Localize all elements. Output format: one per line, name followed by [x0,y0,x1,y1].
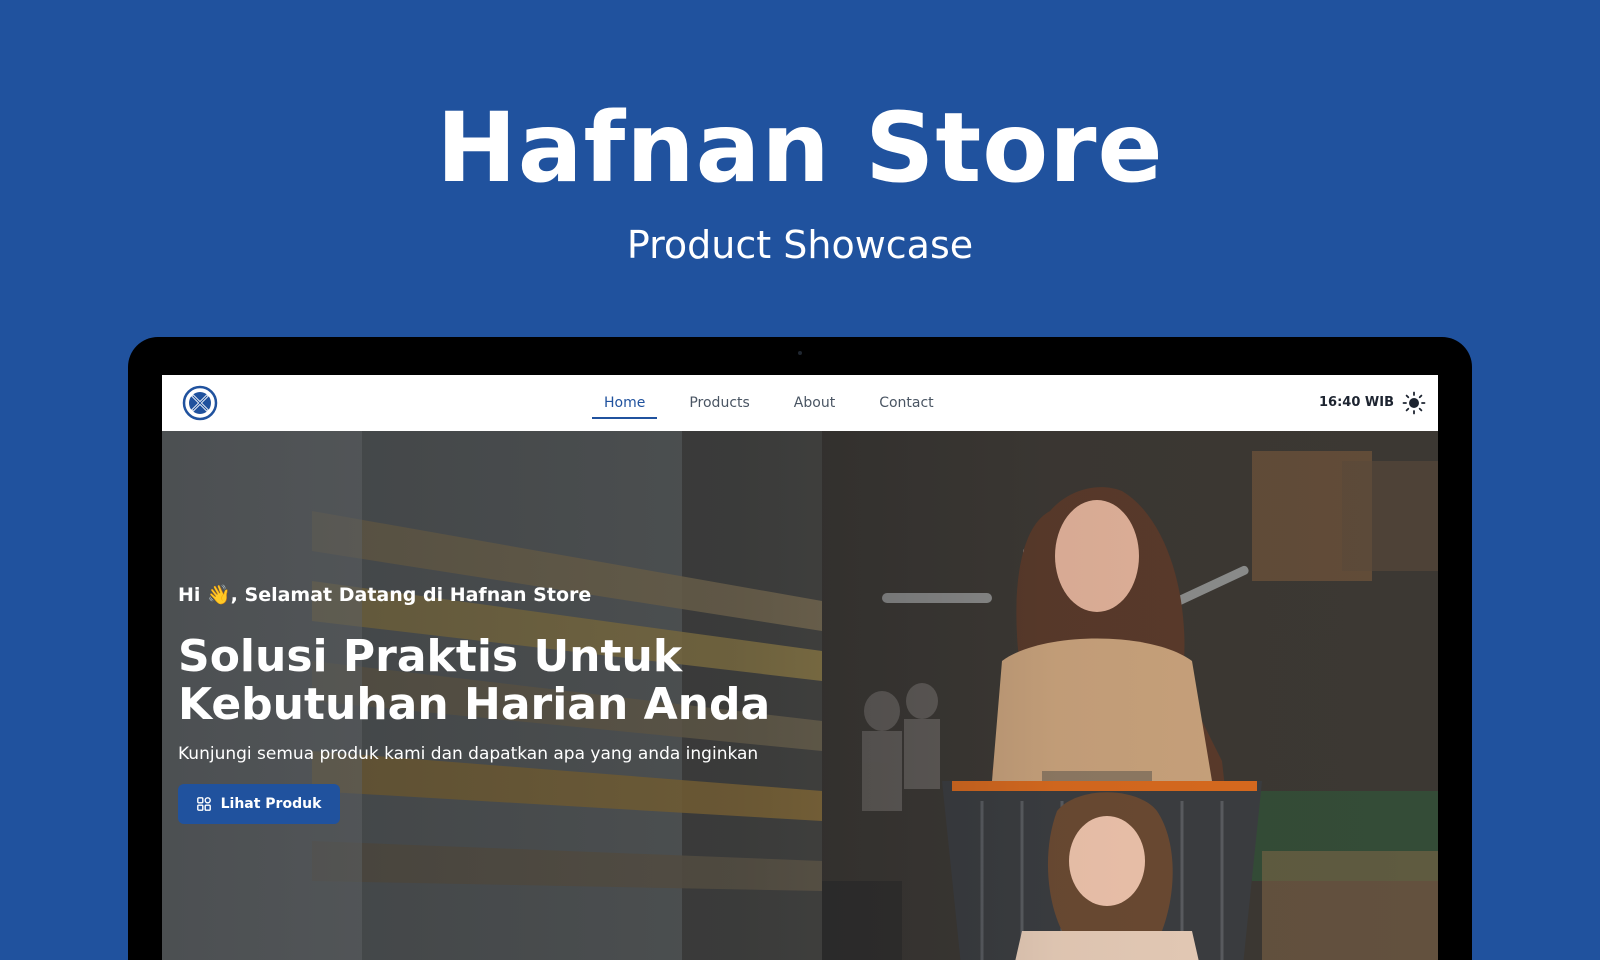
hero-subtitle: Kunjungi semua produk kami dan dapatkan … [178,744,759,764]
nav-contact[interactable]: Contact [877,375,935,431]
nav-products[interactable]: Products [687,375,751,431]
laptop-frame: Home Products About Contact 16:40 WIB Hi… [128,337,1472,960]
view-products-button[interactable]: Lihat Produk [178,784,340,824]
nav-links: Home Products About Contact [591,375,936,431]
sun-icon[interactable] [1402,391,1426,415]
showcase-canvas: Hafnan Store Product Showcase Home Produ… [0,0,1600,960]
hero-title-line-2: Kebutuhan Harian Anda [178,679,771,730]
store-logo-icon[interactable] [182,385,218,421]
hero-greeting: Hi 👋, Selamat Datang di Hafnan Store [178,584,592,606]
view-products-label: Lihat Produk [220,796,322,812]
hero-title: Solusi Praktis Untuk Kebutuhan Harian An… [178,633,878,729]
browser-screen: Home Products About Contact 16:40 WIB Hi… [162,375,1438,960]
hero-title-line-1: Solusi Praktis Untuk [178,631,683,682]
hero-section: Hi 👋, Selamat Datang di Hafnan Store Sol… [162,431,1438,960]
grid-icon [196,797,211,811]
camera-dot [798,351,802,355]
top-navbar: Home Products About Contact 16:40 WIB [162,375,1438,431]
showcase-title: Hafnan Store [436,92,1164,204]
nav-home[interactable]: Home [591,375,658,431]
showcase-subtitle: Product Showcase [626,223,974,267]
nav-about[interactable]: About [792,375,837,431]
clock-display: 16:40 WIB [1319,395,1394,410]
